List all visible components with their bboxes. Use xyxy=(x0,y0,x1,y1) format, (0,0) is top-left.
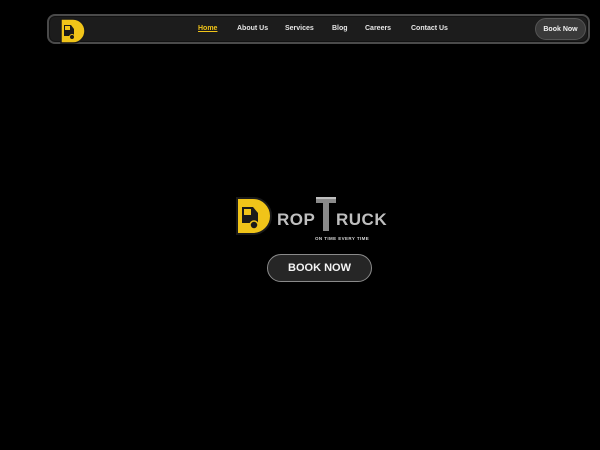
brand-tagline: ON TIME EVERY TIME xyxy=(315,236,370,241)
nav-link-contact-us[interactable]: Contact Us xyxy=(411,25,448,32)
brand-word-rop: ROP xyxy=(277,210,316,229)
nav-links: Home About Us Services Blog Careers Cont… xyxy=(49,16,588,42)
hero-book-now-button[interactable]: BOOK NOW xyxy=(267,254,372,282)
brand-word-ruck: RUCK xyxy=(336,210,388,229)
nav-link-blog[interactable]: Blog xyxy=(332,25,348,32)
nav-link-careers[interactable]: Careers xyxy=(365,25,391,32)
top-navbar: Home About Us Services Blog Careers Cont… xyxy=(47,14,590,44)
nav-book-now-button[interactable]: Book Now xyxy=(535,18,586,40)
brand-d-truck-icon xyxy=(236,197,272,235)
nav-link-home[interactable]: Home xyxy=(198,25,217,32)
nav-link-services[interactable]: Services xyxy=(285,25,314,32)
nav-link-about-us[interactable]: About Us xyxy=(237,25,268,32)
droptruck-brand-logo: ROP RUCK ON TIME EVERY TIME xyxy=(235,195,405,245)
brand-t-letter-icon xyxy=(316,197,336,231)
